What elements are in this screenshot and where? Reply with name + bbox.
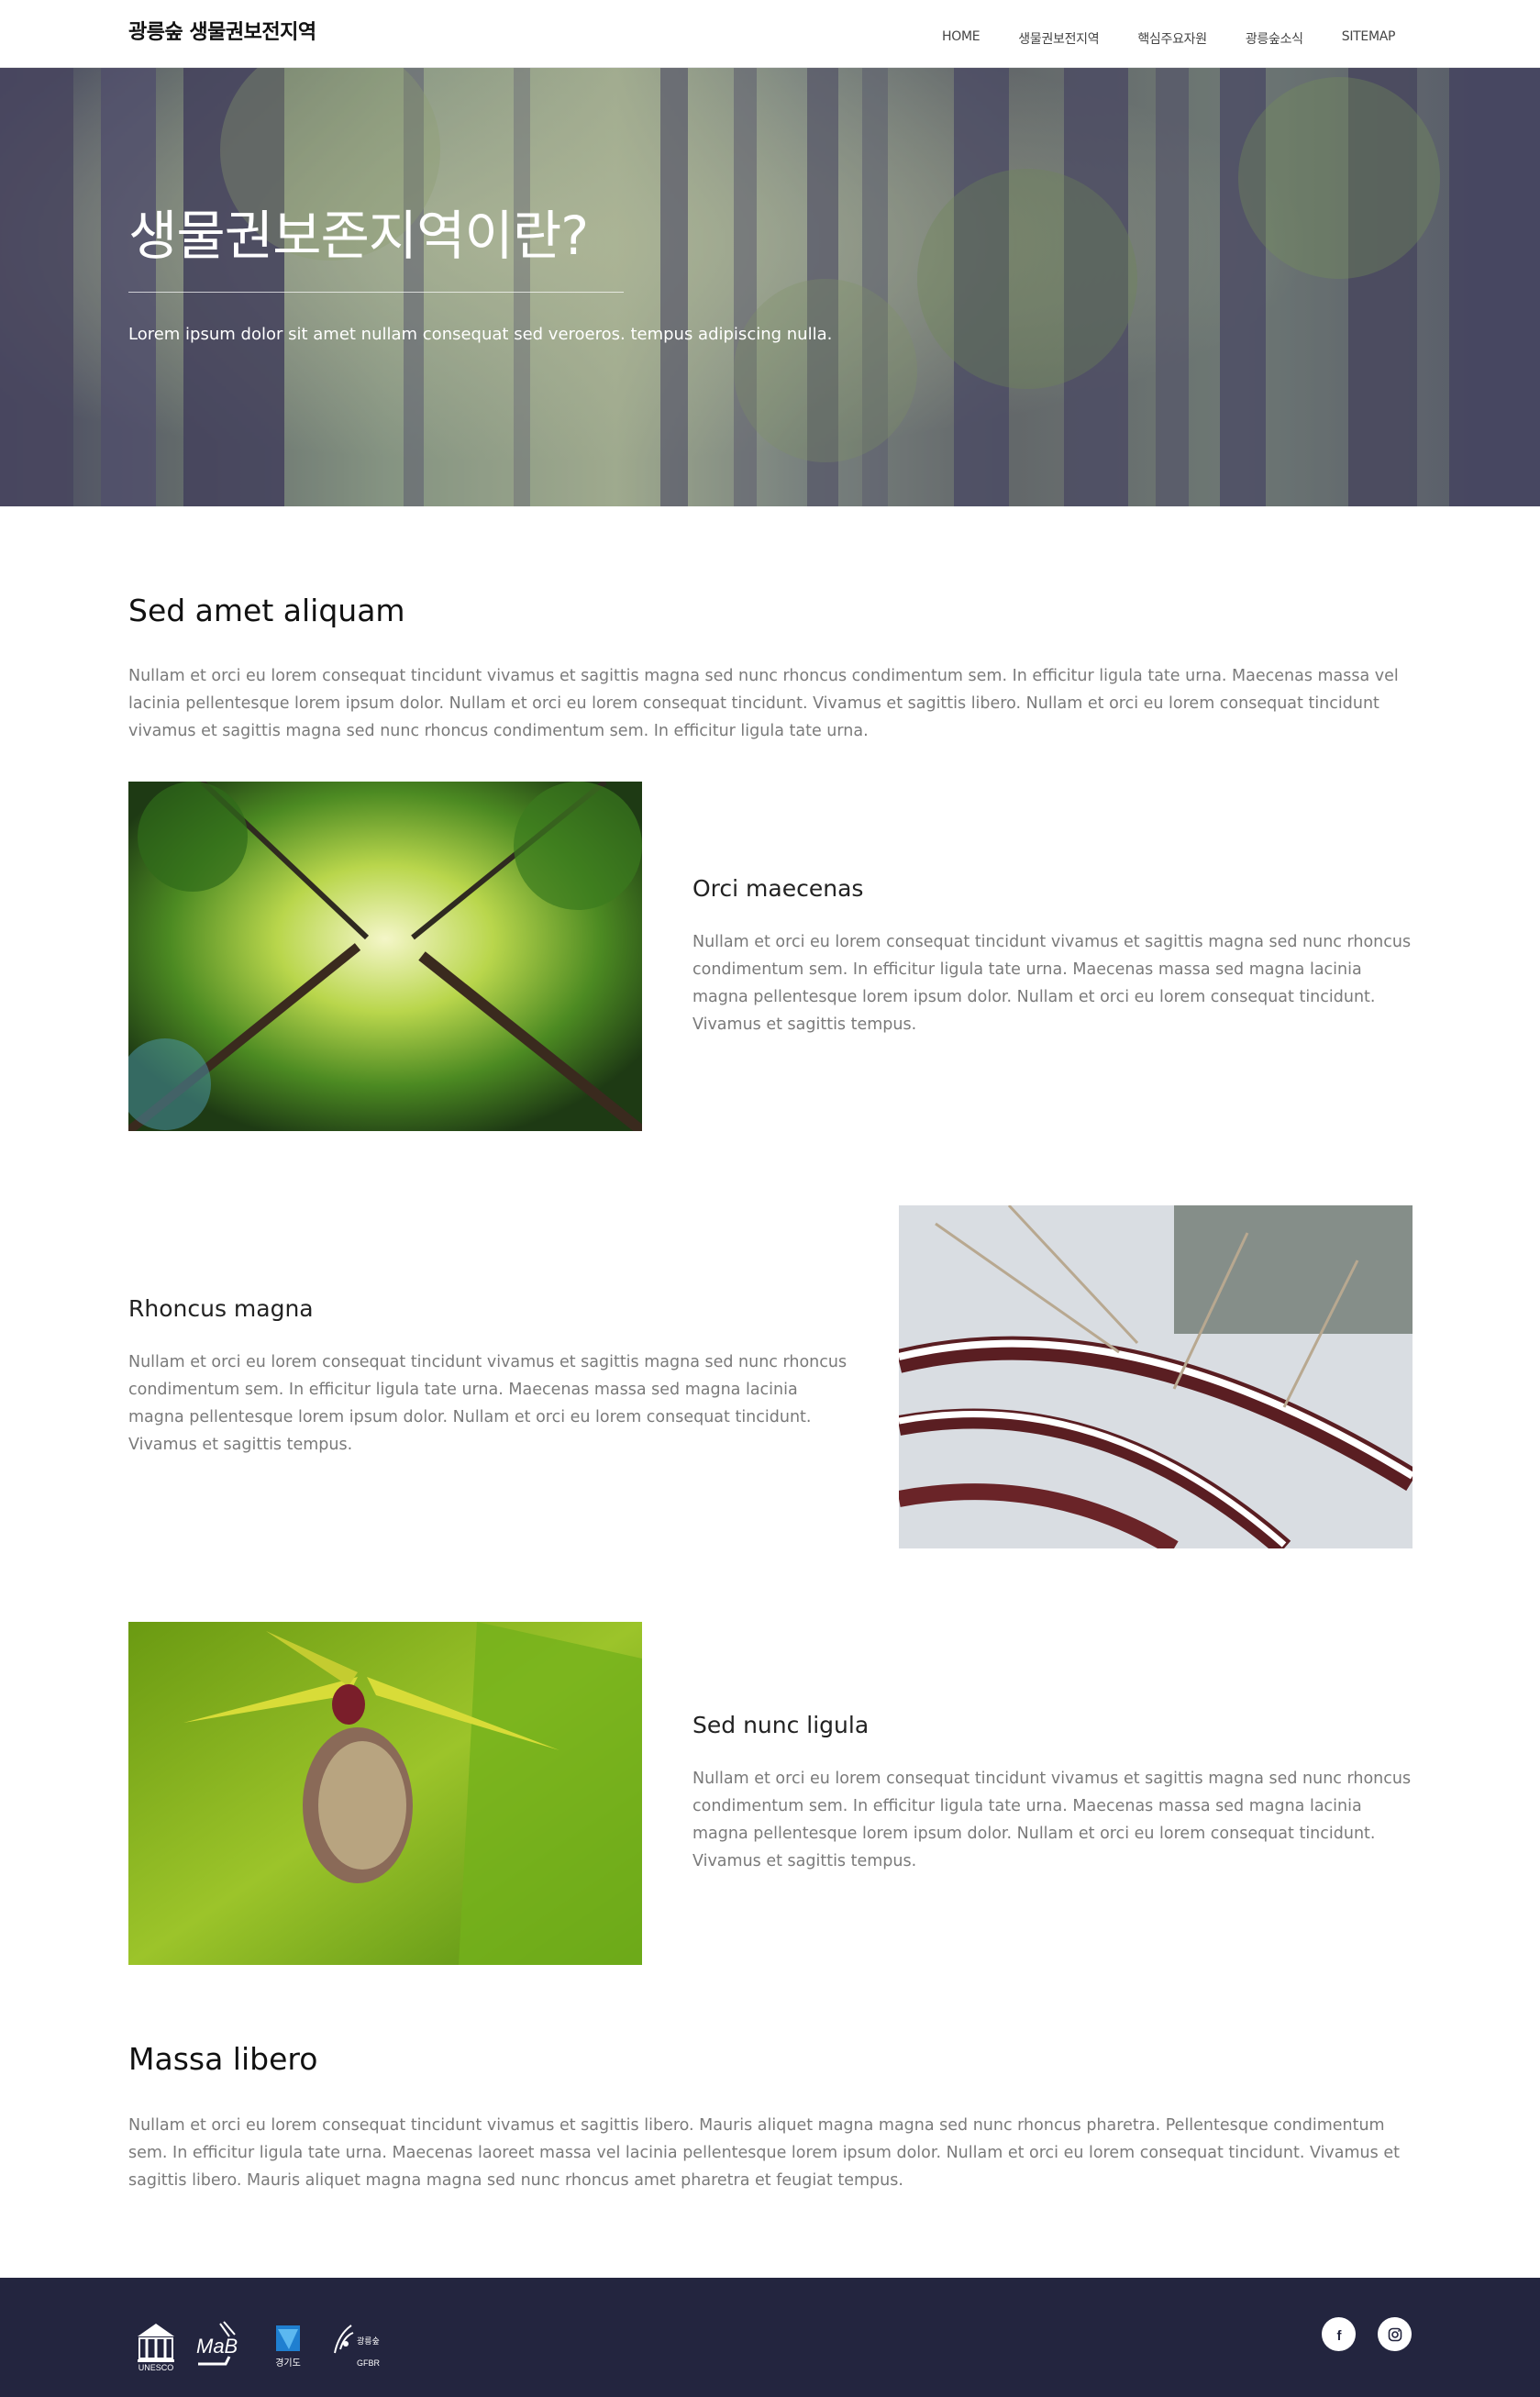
svg-text:경기도: 경기도 [275, 2357, 301, 2369]
hero-banner: 생물권보존지역이란? Lorem ipsum dolor sit amet nu… [0, 68, 1540, 506]
svg-text:MaB: MaB [196, 2335, 238, 2358]
facebook-icon[interactable]: f [1322, 2317, 1356, 2351]
hero-divider [128, 292, 624, 293]
snowy-branches-photo [899, 1205, 1413, 1548]
hero-subtitle: Lorem ipsum dolor sit amet nullam conseq… [128, 325, 833, 344]
nav-core-resources[interactable]: 핵심주요자원 [1137, 29, 1207, 48]
svg-text:UNESCO: UNESCO [138, 2363, 174, 2371]
closing-text: Nullam et orci eu lorem consequat tincid… [128, 2116, 1400, 2190]
closing-heading: Massa libero [128, 2041, 318, 2077]
nav-sitemap[interactable]: SITEMAP [1342, 29, 1396, 48]
svg-text:f: f [1336, 2328, 1342, 2342]
svg-text:광릉숲: 광릉숲 [357, 2336, 380, 2347]
gyeonggi-logo[interactable]: 경기도 [261, 2316, 315, 2371]
instagram-icon[interactable] [1378, 2317, 1412, 2351]
feature-3-heading: Sed nunc ligula [692, 1712, 870, 1738]
feature-1-heading: Orci maecenas [692, 875, 864, 902]
gfbr-logo[interactable]: 광릉숲 GFBR [326, 2316, 392, 2371]
nav-news[interactable]: 광릉숲소식 [1246, 29, 1303, 48]
site-header: 광릉숲 생물권보전지역 HOME 생물권보전지역 핵심주요자원 광릉숲소식 SI… [0, 0, 1540, 68]
unesco-logo[interactable]: UNESCO [134, 2316, 178, 2372]
orchid-flower-photo [128, 1622, 642, 1965]
mab-logo[interactable]: MaB [193, 2316, 244, 2371]
hero-overlay [0, 68, 1540, 506]
site-footer: UNESCO MaB 경기도 광릉숲 GFBR [0, 2278, 1540, 2397]
forest-canopy-photo [128, 782, 642, 1131]
svg-text:GFBR: GFBR [357, 2358, 381, 2368]
nav-home[interactable]: HOME [942, 29, 981, 48]
site-logo[interactable]: 광릉숲 생물권보전지역 [128, 16, 316, 45]
main-nav: HOME 생물권보전지역 핵심주요자원 광릉숲소식 SITEMAP [942, 29, 1395, 48]
intro-heading: Sed amet aliquam [128, 593, 405, 628]
hero-title: 생물권보존지역이란? [128, 205, 589, 267]
feature-2-heading: Rhoncus magna [128, 1295, 314, 1322]
intro-text: Nullam et orci eu lorem consequat tincid… [128, 667, 1399, 740]
feature-3-text: Nullam et orci eu lorem consequat tincid… [692, 1770, 1412, 1870]
feature-2-text: Nullam et orci eu lorem consequat tincid… [128, 1353, 848, 1454]
feature-1-text: Nullam et orci eu lorem consequat tincid… [692, 933, 1412, 1034]
nav-biosphere[interactable]: 생물권보전지역 [1018, 29, 1099, 48]
